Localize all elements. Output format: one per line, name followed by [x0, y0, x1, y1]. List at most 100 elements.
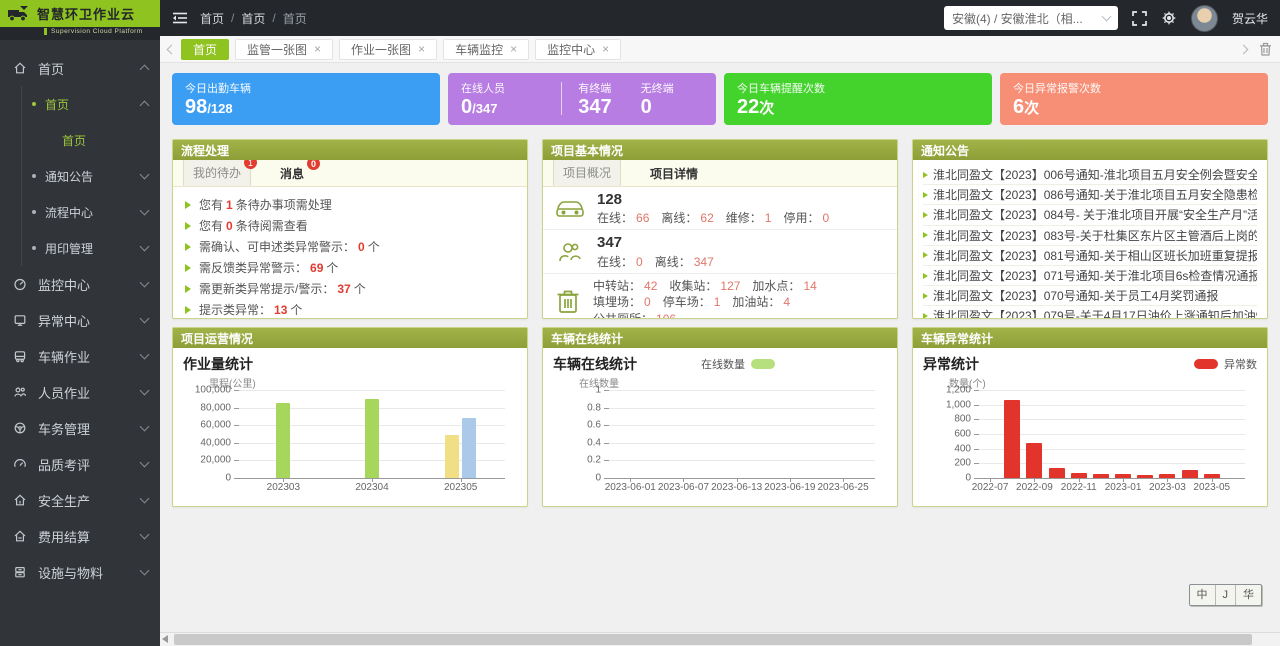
sidebar-item-人员作业[interactable]: 人员作业	[0, 374, 160, 410]
tab-作业一张图[interactable]: 作业一张图×	[339, 39, 437, 60]
tab-监控中心[interactable]: 监控中心×	[535, 39, 621, 60]
sidebar-item-品质考评[interactable]: 品质考评	[0, 446, 160, 482]
tab-首页[interactable]: 首页	[181, 39, 229, 60]
stat-pair: 加水点：14	[752, 278, 816, 295]
arrow-right-icon	[923, 273, 928, 279]
sidebar-item-用印管理[interactable]: 用印管理	[22, 230, 160, 266]
sidebar-item-安全生产[interactable]: 安全生产	[0, 482, 160, 518]
notice-item[interactable]: 淮北同盈文【2023】084号- 关于淮北项目开展“安全生产月”活动的通知	[923, 205, 1257, 225]
x-tick-label: 2023-01	[1105, 482, 1142, 493]
stat-pair-value: 106	[656, 312, 676, 319]
notice-item[interactable]: 淮北同盈文【2023】006号通知-淮北项目五月安全例会暨安全生产月启动会…	[923, 165, 1257, 185]
sidebar-item-异常中心[interactable]: 异常中心	[0, 302, 160, 338]
x-axis-labels: 2023-06-012023-06-072023-06-132023-06-19…	[609, 478, 875, 494]
username[interactable]: 贺云华	[1232, 10, 1268, 27]
tab-my-todo[interactable]: 我的待办1	[183, 160, 251, 186]
chart-legend: 异常数	[1194, 356, 1257, 372]
notice-item[interactable]: 淮北同盈文【2023】083号-关于杜集区东片区主管酒后上岗的处罚通告	[923, 226, 1257, 246]
stat-pair-value: 42	[644, 279, 657, 293]
project-tabs: 项目概况 项目详情	[543, 160, 897, 187]
x-tick-label: 202303	[267, 482, 300, 493]
y-tick-label: 400	[954, 443, 971, 454]
tabbar-right	[1240, 42, 1272, 56]
tab-project-overview[interactable]: 项目概况	[553, 160, 621, 186]
stat-pair-label: 在线：	[597, 255, 633, 269]
process-item[interactable]: 您有0条待阅需查看	[185, 215, 515, 236]
stat-card-abnormal-alarms: 今日异常报警次数 6次	[1000, 73, 1268, 125]
sidebar-item-监控中心[interactable]: 监控中心	[0, 266, 160, 302]
tab-project-detail[interactable]: 项目详情	[641, 161, 707, 186]
y-tick-mark	[234, 390, 239, 391]
process-item[interactable]: 需确认、可申述类异常警示：0 个	[185, 236, 515, 257]
sidebar-item-通知公告[interactable]: 通知公告	[22, 158, 160, 194]
tab-messages[interactable]: 消息0	[271, 161, 313, 186]
scroll-left-arrow-icon[interactable]	[162, 635, 168, 643]
process-item[interactable]: 需更新类异常提示/警示：37 个	[185, 278, 515, 299]
chart-header: 作业量统计	[183, 354, 517, 374]
sidebar-item-设施与物料[interactable]: 设施与物料	[0, 554, 160, 590]
process-item[interactable]: 需反馈类异常警示：69 个	[185, 257, 515, 278]
notice-item[interactable]: 淮北同盈文【2023】070号通知-关于员工4月奖罚通报	[923, 286, 1257, 306]
stat-pair: 离线：347	[655, 253, 714, 270]
process-item[interactable]: 您有1条待办事项需处理	[185, 194, 515, 215]
sidebar-item-首页[interactable]: 首页	[0, 50, 160, 86]
sidebar-item-首页[interactable]: 首页	[22, 122, 160, 158]
ime-toolbar[interactable]: 中 J 华	[1189, 584, 1263, 606]
tab-scroll-left-icon[interactable]	[168, 46, 175, 53]
chart-header: 异常统计异常数	[923, 354, 1257, 374]
process-item-count: 69	[310, 261, 323, 275]
stat-label: 今日出勤车辆	[185, 80, 427, 96]
stat-pair-label: 公共厕所：	[593, 312, 653, 319]
sidebar-item-首页[interactable]: 首页	[22, 86, 160, 122]
stat-card-personnel: 在线人员 0/347 有终端 347 无终端 0	[448, 73, 716, 125]
top-bar: 首页 / 首页 / 首页 安徽(4) / 安徽淮北（相... 贺云华	[160, 0, 1280, 36]
trash-icon[interactable]	[1259, 42, 1272, 56]
project-panel: 项目基本情况 项目概况 项目详情 128 在线：66离线	[542, 139, 898, 319]
notice-item[interactable]: 淮北同盈文【2023】086号通知-关于淮北项目五月安全隐患检查情况通告	[923, 185, 1257, 205]
process-item-text: 个	[290, 301, 302, 318]
notice-item[interactable]: 淮北同盈文【2023】079号-关于4月17日油价上涨通知后加油情况通报	[923, 306, 1257, 318]
notice-item[interactable]: 淮北同盈文【2023】071号通知-关于淮北项目6s检查情况通报(2)(2)	[923, 266, 1257, 286]
region-select[interactable]: 安徽(4) / 安徽淮北（相...	[944, 6, 1118, 30]
process-item-text: 您有	[199, 196, 223, 213]
user-avatar[interactable]	[1191, 5, 1218, 32]
panel-title: 通知公告	[913, 140, 1267, 160]
notice-item[interactable]: 淮北同盈文【2023】081号通知-关于相山区班长加班重复提报的通报	[923, 246, 1257, 266]
topbar-right: 安徽(4) / 安徽淮北（相... 贺云华	[944, 5, 1268, 32]
y-tick-mark	[604, 408, 609, 409]
chevron-up-icon	[140, 101, 150, 111]
close-icon[interactable]: ×	[314, 43, 321, 55]
process-item[interactable]: 提示类异常：13 个	[185, 299, 515, 318]
app-logo[interactable]: 智慧环卫作业云 Supervision Cloud Platform	[0, 0, 160, 40]
ime-key: J	[1216, 585, 1237, 605]
menu-collapse-icon[interactable]	[172, 11, 188, 25]
x-axis-labels: 202303202304202305	[239, 478, 505, 494]
stat-card-vehicle-reminders: 今日车辆提醒次数 22次	[724, 73, 992, 125]
operations-chart-panel: 项目运营情况 作业量统计里程(公里)020,00040,00060,00080,…	[172, 327, 528, 507]
sidebar-item-费用结算[interactable]: 费用结算	[0, 518, 160, 554]
chevron-down-icon	[140, 566, 150, 576]
breadcrumb-item[interactable]: 首页	[200, 10, 224, 27]
tab-车辆监控[interactable]: 车辆监控 ×	[443, 39, 529, 60]
sidebar-item-车务管理[interactable]: 车务管理	[0, 410, 160, 446]
panels-row-1: 流程处理 我的待办1 消息0 您有1条待办事项需处理您有0条待阅需查看需确认、可…	[172, 139, 1268, 319]
scrollbar-thumb[interactable]	[174, 634, 1252, 645]
vehicle-online-chart-panel: 车辆在线统计 车辆在线统计在线数量在线数量00.20.40.60.812023-…	[542, 327, 898, 507]
close-icon[interactable]: ×	[418, 43, 425, 55]
x-tick-label: 2023-06-01	[605, 482, 656, 493]
tab-label: 车辆监控	[455, 41, 503, 58]
horizontal-scrollbar[interactable]	[160, 632, 1280, 646]
sidebar-item-车辆作业[interactable]: 车辆作业	[0, 338, 160, 374]
fullscreen-icon[interactable]	[1132, 11, 1147, 26]
safety-icon	[12, 492, 28, 508]
facility-stats: 中转站：42收集站：127加水点：14填埋场：0停车场：1加油站：4公共厕所：1…	[593, 278, 817, 319]
tab-scroll-right-icon[interactable]	[1240, 46, 1247, 53]
tab-监管一张图[interactable]: 监管一张图×	[235, 39, 333, 60]
gear-icon[interactable]	[1161, 10, 1177, 26]
stat-card-vehicles-out: 今日出勤车辆 98/128	[172, 73, 440, 125]
y-tick-label: 40,000	[200, 437, 231, 448]
breadcrumb-item[interactable]: 首页	[241, 10, 265, 27]
close-icon[interactable]: ×	[602, 43, 609, 55]
sidebar-item-流程中心[interactable]: 流程中心	[22, 194, 160, 230]
close-icon[interactable]: ×	[510, 43, 517, 55]
